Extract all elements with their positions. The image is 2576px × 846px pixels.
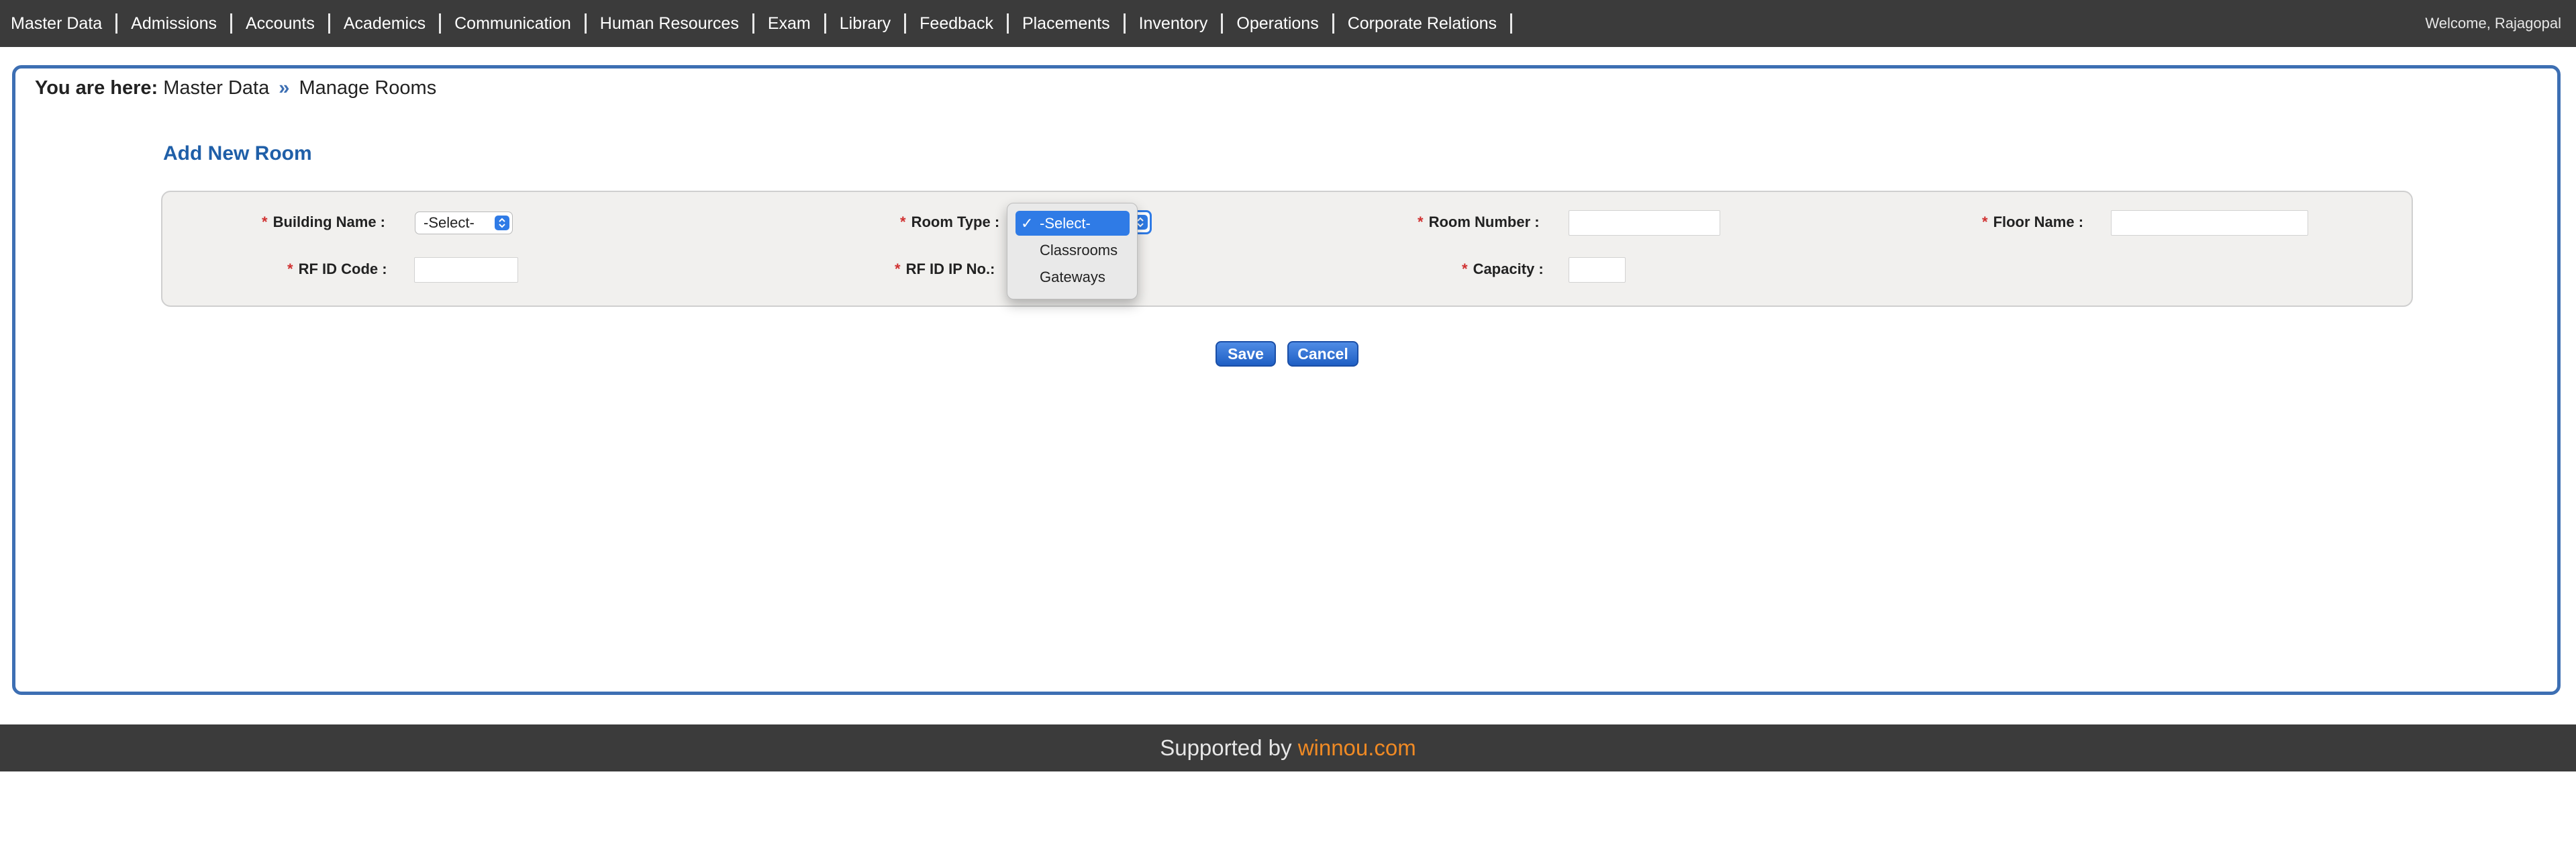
rfid-code-label-text: RF ID Code : <box>298 261 387 277</box>
nav-item-feedback[interactable]: Feedback <box>920 14 993 34</box>
room-type-dropdown-menu: ✓ -Select- Classrooms Gateways <box>1007 203 1138 299</box>
nav-divider <box>904 13 907 34</box>
nav-divider <box>1123 13 1126 34</box>
nav-item-accounts[interactable]: Accounts <box>246 14 315 34</box>
welcome-message: Welcome, Rajagopal <box>2425 15 2561 32</box>
nav-divider <box>230 13 232 34</box>
nav-item-communication[interactable]: Communication <box>454 14 571 34</box>
nav-divider <box>1510 13 1513 34</box>
nav-divider <box>752 13 754 34</box>
nav-item-exam[interactable]: Exam <box>768 14 811 34</box>
chevron-updown-icon <box>495 216 509 230</box>
cancel-button[interactable]: Cancel <box>1287 341 1358 367</box>
rfid-code-label: * RF ID Code : <box>287 261 387 278</box>
nav-divider <box>1332 13 1334 34</box>
required-mark: * <box>287 261 293 277</box>
required-mark: * <box>900 214 906 230</box>
building-name-label: * Building Name : <box>262 214 385 231</box>
room-type-label: * Room Type : <box>900 214 999 231</box>
nav-divider <box>115 13 118 34</box>
nav-item-library[interactable]: Library <box>840 14 891 34</box>
nav-item-human-resources[interactable]: Human Resources <box>600 14 739 34</box>
save-button[interactable]: Save <box>1216 341 1276 367</box>
nav-divider <box>328 13 330 34</box>
room-number-label-text: Room Number : <box>1428 214 1540 230</box>
breadcrumb-root[interactable]: Master Data <box>163 77 269 99</box>
dropdown-option-classrooms[interactable]: Classrooms <box>1015 238 1130 263</box>
main-menu: Master Data Admissions Accounts Academic… <box>11 0 1526 47</box>
nav-item-inventory[interactable]: Inventory <box>1139 14 1208 34</box>
building-name-select-value: -Select- <box>424 214 475 231</box>
required-mark: * <box>1418 214 1424 230</box>
building-name-label-text: Building Name : <box>273 214 386 230</box>
nav-item-academics[interactable]: Academics <box>344 14 426 34</box>
nav-item-corporate-relations[interactable]: Corporate Relations <box>1348 14 1497 34</box>
footer-supported-by: Supported by <box>1160 735 1292 760</box>
required-mark: * <box>895 261 901 277</box>
nav-divider <box>1006 13 1009 34</box>
nav-divider <box>439 13 442 34</box>
dropdown-option-label: Classrooms <box>1040 242 1118 258</box>
nav-divider <box>584 13 587 34</box>
dropdown-option-gateways[interactable]: Gateways <box>1015 265 1130 289</box>
capacity-label: * Capacity : <box>1462 261 1544 278</box>
nav-item-master-data[interactable]: Master Data <box>11 14 102 34</box>
dropdown-option-label: Gateways <box>1040 269 1105 285</box>
nav-divider <box>824 13 826 34</box>
floor-name-label-text: Floor Name : <box>1993 214 2084 230</box>
required-mark: * <box>1982 214 1988 230</box>
page-title: Add New Room <box>163 142 312 164</box>
room-type-label-text: Room Type : <box>911 214 1000 230</box>
dropdown-option-select[interactable]: ✓ -Select- <box>1015 211 1130 236</box>
floor-name-label: * Floor Name : <box>1982 214 2083 231</box>
nav-item-admissions[interactable]: Admissions <box>131 14 217 34</box>
floor-name-input[interactable] <box>2111 210 2308 236</box>
building-name-select[interactable]: -Select- <box>415 211 513 234</box>
nav-item-operations[interactable]: Operations <box>1236 14 1318 34</box>
footer-text: Supported by winnou.com <box>0 724 2576 771</box>
footer-brand-link[interactable]: winnou.com <box>1298 735 1416 760</box>
dropdown-option-label: -Select- <box>1040 215 1091 232</box>
breadcrumb: You are here: Master Data » Manage Rooms <box>35 77 436 99</box>
room-number-label: * Room Number : <box>1418 214 1540 231</box>
rfid-code-input[interactable] <box>414 257 518 283</box>
breadcrumb-separator: » <box>279 77 290 99</box>
rfid-ip-label-text: RF ID IP No.: <box>905 261 995 277</box>
required-mark: * <box>262 214 268 230</box>
breadcrumb-current: Manage Rooms <box>299 77 437 99</box>
capacity-input[interactable] <box>1569 257 1626 283</box>
check-icon: ✓ <box>1021 215 1034 232</box>
breadcrumb-prefix: You are here: <box>35 77 158 99</box>
top-nav-bar: Master Data Admissions Accounts Academic… <box>0 0 2576 47</box>
room-number-input[interactable] <box>1569 210 1720 236</box>
nav-item-placements[interactable]: Placements <box>1022 14 1110 34</box>
required-mark: * <box>1462 261 1468 277</box>
add-room-form <box>161 191 2413 307</box>
nav-divider <box>1221 13 1224 34</box>
rfid-ip-label: * RF ID IP No.: <box>895 261 995 278</box>
capacity-label-text: Capacity : <box>1473 261 1544 277</box>
footer-bar: Supported by winnou.com <box>0 724 2576 771</box>
content-panel <box>12 65 2561 695</box>
